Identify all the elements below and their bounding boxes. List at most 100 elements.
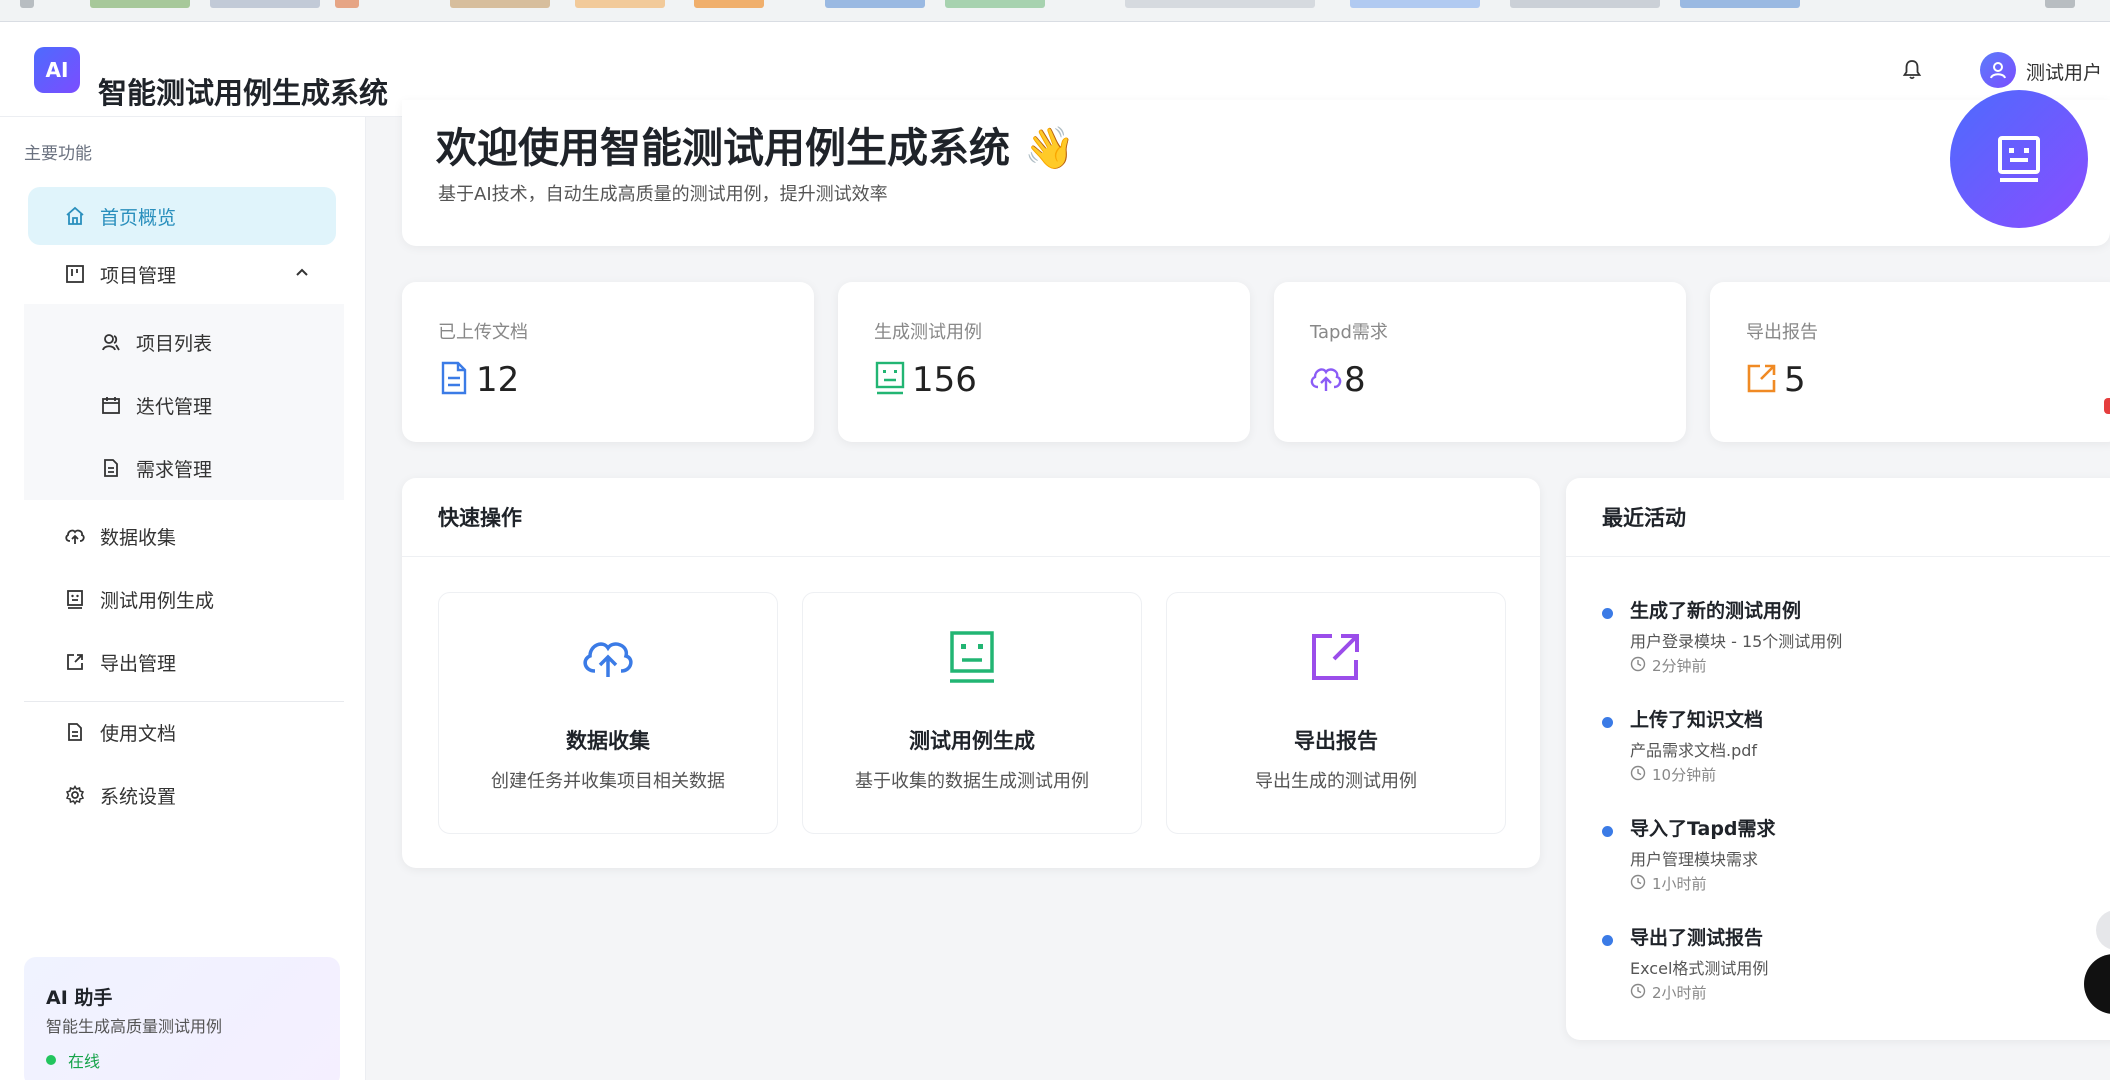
sidebar-item-label: 测试用例生成 [100,589,215,612]
stat-label: 导出报告 [1746,322,1818,343]
quick-action-desc: 导出生成的测试用例 [1255,771,1417,792]
clock-icon [1630,656,1646,672]
quick-action-test-case-generation[interactable]: 测试用例生成 基于收集的数据生成测试用例 [802,592,1142,834]
activity-item[interactable]: 导入了Tapd需求 用户管理模块需求 1小时前 [1602,810,2110,910]
bookmark-item[interactable] [1680,0,1800,8]
recent-activity-title: 最近活动 [1602,506,1686,530]
sidebar-item-label: 数据收集 [100,526,177,549]
panel-divider [402,556,1540,557]
calendar-icon [100,394,122,416]
document-icon [64,721,86,743]
activity-item[interactable]: 导出了测试报告 Excel格式测试用例 2小时前 [1602,919,2110,1019]
activity-title: 上传了知识文档 [1630,709,1764,731]
quick-action-title: 导出报告 [1294,729,1378,753]
quick-action-desc: 创建任务并收集项目相关数据 [491,771,725,792]
bookmark-item[interactable] [694,0,764,8]
sidebar-item-project-management[interactable]: 项目管理 [28,245,336,303]
gear-icon [64,784,86,806]
bookmark-item[interactable] [210,0,320,8]
bookmark-item[interactable] [575,0,665,8]
stat-label: Tapd需求 [1310,322,1388,343]
sidebar-item-home[interactable]: 首页概览 [28,187,336,245]
bookmark-item[interactable] [1510,0,1660,8]
sidebar-section-label: 主要功能 [24,144,92,164]
quick-action-export-report[interactable]: 导出报告 导出生成的测试用例 [1166,592,1506,834]
document-icon [436,360,472,396]
stat-value: 12 [476,360,520,400]
bookmark-item[interactable] [20,0,34,8]
activity-desc: 用户管理模块需求 [1630,850,1759,869]
floating-badge[interactable] [2104,398,2110,414]
users-icon [100,331,122,353]
ai-assistant-title: AI 助手 [46,987,113,1009]
recent-activity-panel: 最近活动 生成了新的测试用例 用户登录模块 - 15个测试用例 2分钟前 上传了… [1566,478,2110,1040]
quick-action-title: 数据收集 [566,729,650,753]
quick-action-title: 测试用例生成 [909,729,1035,753]
stat-value: 156 [912,360,977,400]
clock-icon [1630,874,1646,890]
bookmark-item[interactable] [825,0,925,8]
bookmark-item[interactable] [450,0,550,8]
stat-card-uploaded-docs[interactable]: 已上传文档 12 [402,282,814,442]
sidebar-item-label: 使用文档 [100,722,177,745]
activity-dot [1602,826,1613,837]
stat-label: 生成测试用例 [874,322,982,343]
ai-assistant-status: 在线 [68,1052,101,1071]
sidebar-item-system-settings[interactable]: 系统设置 [28,766,336,824]
stat-value: 5 [1784,360,1806,400]
chevron-up-icon[interactable] [294,263,310,285]
sidebar: 主要功能 首页概览 项目管理 项目列表 迭代管理 需求管理 数据收集 测试用例生… [0,117,366,1080]
clock-icon [1630,765,1646,781]
sidebar-item-label: 项目管理 [100,264,177,287]
sidebar-item-iteration-management[interactable]: 迭代管理 [28,376,336,434]
sidebar-item-test-case-generation[interactable]: 测试用例生成 [28,570,336,628]
activity-title: 导入了Tapd需求 [1630,818,1776,840]
sidebar-item-label: 导出管理 [100,652,177,675]
stat-card-tapd-requirements[interactable]: Tapd需求 8 [1274,282,1686,442]
user-name[interactable]: 测试用户 [2026,58,2102,85]
sidebar-item-label: 首页概览 [100,206,177,229]
sidebar-item-label: 系统设置 [100,785,177,808]
sidebar-item-user-docs[interactable]: 使用文档 [28,703,336,761]
welcome-title: 欢迎使用智能测试用例生成系统 👋 [436,124,1076,172]
quick-action-data-collection[interactable]: 数据收集 创建任务并收集项目相关数据 [438,592,778,834]
quick-action-desc: 基于收集的数据生成测试用例 [855,771,1089,792]
bookmark-item[interactable] [945,0,1045,8]
browser-bookmarks-bar [0,0,2110,22]
activity-item[interactable]: 上传了知识文档 产品需求文档.pdf 10分钟前 [1602,701,2110,801]
activity-time: 1小时前 [1652,875,1707,893]
project-board-icon [64,263,86,285]
bookmark-item[interactable] [1350,0,1480,8]
bookmark-item[interactable] [90,0,190,8]
activity-dot [1602,717,1613,728]
activity-title: 生成了新的测试用例 [1630,600,1802,622]
sidebar-item-export-management[interactable]: 导出管理 [28,633,336,691]
cloud-upload-icon [64,525,86,547]
sidebar-item-requirement-management[interactable]: 需求管理 [28,439,336,497]
bookmark-item[interactable] [1125,0,1315,8]
robot-icon [64,588,86,610]
sidebar-item-data-collection[interactable]: 数据收集 [28,507,336,565]
stat-card-exported-reports[interactable]: 导出报告 5 [1710,282,2110,442]
quick-actions-panel: 快速操作 数据收集 创建任务并收集项目相关数据 测试用例生成 基于收集的数据生成… [402,478,1540,868]
cloud-upload-icon [439,627,777,687]
sidebar-item-label: 项目列表 [136,332,213,355]
bookmark-item[interactable] [2045,0,2075,8]
robot-icon [803,627,1141,687]
activity-time: 2分钟前 [1652,657,1707,675]
online-status-dot [46,1055,56,1065]
app-logo[interactable]: AI [34,47,80,93]
activity-desc: 用户登录模块 - 15个测试用例 [1630,632,1843,651]
sidebar-item-label: 迭代管理 [136,395,213,418]
bell-icon[interactable] [1898,56,1926,84]
sidebar-item-project-list[interactable]: 项目列表 [28,313,336,371]
stat-card-generated-cases[interactable]: 生成测试用例 156 [838,282,1250,442]
sidebar-item-label: 需求管理 [136,458,213,481]
user-avatar[interactable] [1980,52,2016,88]
activity-item[interactable]: 生成了新的测试用例 用户登录模块 - 15个测试用例 2分钟前 [1602,592,2110,692]
ai-assistant-card[interactable]: AI 助手 智能生成高质量测试用例 在线 [24,957,340,1080]
activity-time: 10分钟前 [1652,766,1717,784]
export-icon [1744,360,1780,396]
bookmark-item[interactable] [335,0,359,8]
app-title: 智能测试用例生成系统 [98,76,389,110]
